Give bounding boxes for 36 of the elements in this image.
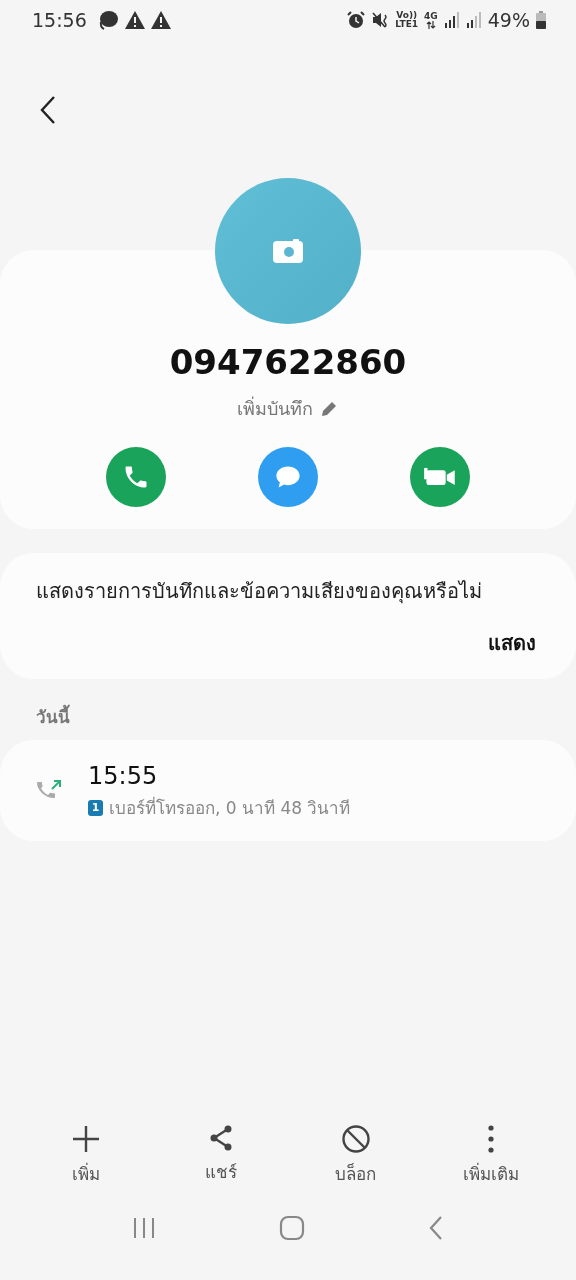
date-heading: วันนี้ — [36, 703, 576, 730]
block-icon — [340, 1124, 371, 1154]
phone-number: 0947622860 — [169, 342, 407, 382]
volte-indicator: Vo)) LTE1 — [395, 11, 419, 29]
recent-apps-button[interactable] — [131, 1216, 156, 1240]
alarm-clock-icon — [347, 11, 366, 29]
add-button[interactable]: เพิ่ม — [30, 1123, 141, 1188]
camera-icon — [273, 239, 303, 263]
signal-icon — [465, 12, 482, 28]
back-nav-button[interactable] — [428, 1215, 445, 1241]
home-button[interactable] — [279, 1215, 305, 1241]
add-note-link[interactable]: เพิ่มบันทึก — [237, 394, 339, 423]
message-button[interactable] — [258, 447, 318, 507]
video-call-button[interactable] — [410, 447, 470, 507]
sim-badge: 1 — [88, 799, 103, 816]
data-arrows-icon — [425, 20, 436, 29]
call-time: 15:55 — [88, 762, 159, 790]
more-icon — [486, 1124, 495, 1154]
signal-icon — [443, 12, 460, 28]
call-button[interactable] — [106, 447, 166, 507]
battery-icon — [536, 11, 546, 29]
status-time: 15:56 — [32, 9, 87, 31]
warning-icon — [124, 11, 145, 29]
share-button[interactable]: แชร์ — [165, 1123, 276, 1188]
more-button[interactable]: เพิ่มเติม — [435, 1123, 546, 1188]
chevron-left-icon — [39, 95, 57, 125]
call-detail: เบอร์ที่โทรออก, 0 นาที 48 วินาที — [109, 795, 351, 820]
battery-percent: 49% — [487, 9, 530, 31]
mute-icon — [371, 11, 390, 29]
network-indicator: 4G — [424, 11, 438, 29]
prompt-text: แสดงรายการบันทึกและข้อความเสียงของคุณหรือไม่ — [36, 578, 483, 606]
block-button[interactable]: บล็อก — [300, 1123, 411, 1188]
plus-icon — [70, 1124, 101, 1154]
show-button[interactable]: แสดง — [488, 627, 536, 659]
warning-icon — [150, 11, 171, 29]
call-log-item[interactable]: 15:55 1 เบอร์ที่โทรออก, 0 นาที 48 วินาที — [0, 740, 576, 841]
